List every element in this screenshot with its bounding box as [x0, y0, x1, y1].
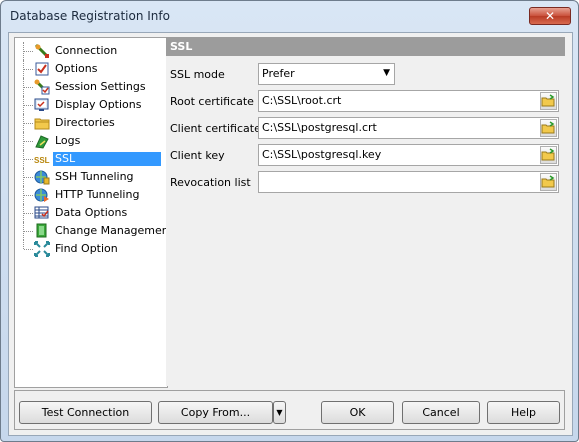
- window-title: Database Registration Info: [10, 9, 170, 23]
- close-button[interactable]: ✕: [529, 7, 571, 25]
- title-bar[interactable]: Database Registration Info ✕: [1, 1, 578, 31]
- open-folder-icon: [541, 148, 555, 161]
- chevron-down-icon: ▼: [276, 408, 283, 417]
- root-certificate-label: Root certificate: [170, 95, 254, 108]
- options-icon: [35, 62, 49, 76]
- ssl-mode-label: SSL mode: [170, 68, 225, 81]
- tree-item-options[interactable]: Options: [15, 60, 166, 78]
- panel-header: SSL: [166, 37, 565, 56]
- data-options-icon: [34, 206, 49, 219]
- open-folder-icon: [541, 175, 555, 188]
- tree-item-ssh-tunneling[interactable]: SSH Tunneling: [15, 168, 166, 186]
- open-folder-icon: [541, 94, 555, 107]
- root-certificate-browse-button[interactable]: [540, 92, 557, 110]
- cancel-button[interactable]: Cancel: [402, 401, 480, 424]
- test-connection-button[interactable]: Test Connection: [19, 401, 152, 424]
- client-key-label: Client key: [170, 149, 225, 162]
- ssl-mode-select[interactable]: Prefer ▼: [258, 63, 395, 85]
- ok-button[interactable]: OK: [321, 401, 394, 424]
- copy-from-dropdown-button[interactable]: ▼: [273, 401, 286, 424]
- tree-item-data-options[interactable]: Data Options: [15, 204, 166, 222]
- help-button[interactable]: Help: [487, 401, 560, 424]
- change-management-icon: [36, 223, 47, 238]
- revocation-list-label: Revocation list: [170, 176, 251, 189]
- client-certificate-browse-button[interactable]: [540, 119, 557, 137]
- ssl-mode-value: Prefer: [262, 67, 295, 80]
- tree-item-http-tunneling[interactable]: HTTP Tunneling: [15, 186, 166, 204]
- display-options-icon: [34, 98, 49, 111]
- folder-icon: [34, 118, 50, 130]
- revocation-list-field[interactable]: [258, 171, 559, 193]
- find-option-icon: [34, 241, 50, 257]
- logs-icon: [35, 135, 49, 149]
- copy-from-button[interactable]: Copy From...: [158, 401, 273, 424]
- connection-icon: [34, 43, 50, 59]
- dialog-window: Database Registration Info ✕ Connection …: [0, 0, 579, 442]
- tree-item-directories[interactable]: Directories: [15, 114, 166, 132]
- button-bar: Test Connection Copy From... ▼ OK Cancel…: [14, 390, 565, 430]
- client-certificate-field[interactable]: C:\SSL\postgresql.crt: [258, 117, 559, 139]
- session-settings-icon: [34, 79, 50, 95]
- chevron-down-icon: ▼: [383, 68, 390, 78]
- client-certificate-label: Client certificate: [170, 122, 261, 135]
- tree-item-display-options[interactable]: Display Options: [15, 96, 166, 114]
- tree-item-logs[interactable]: Logs: [15, 132, 166, 150]
- dialog-body: Connection Options Session Settings Disp…: [8, 32, 573, 436]
- tree-item-change-management[interactable]: Change Management: [15, 222, 173, 240]
- close-icon: ✕: [544, 9, 556, 23]
- open-folder-icon: [541, 121, 555, 134]
- tree-item-ssl[interactable]: SSL SSL: [15, 150, 166, 168]
- client-key-field[interactable]: C:\SSL\postgresql.key: [258, 144, 559, 166]
- root-certificate-field[interactable]: C:\SSL\root.crt: [258, 90, 559, 112]
- navigation-tree: Connection Options Session Settings Disp…: [14, 37, 173, 388]
- http-tunneling-icon: [34, 188, 49, 202]
- client-key-browse-button[interactable]: [540, 146, 557, 164]
- ssl-icon: SSL: [34, 156, 50, 165]
- ssh-tunneling-icon: [34, 170, 50, 185]
- tree-item-find-option[interactable]: Find Option: [15, 240, 166, 258]
- tree-item-connection[interactable]: Connection: [15, 42, 166, 60]
- svg-text:SSL: SSL: [34, 156, 50, 165]
- tree-item-session-settings[interactable]: Session Settings: [15, 78, 166, 96]
- revocation-list-browse-button[interactable]: [540, 173, 557, 191]
- ssl-panel: SSL SSL mode Prefer ▼ Root certificate C…: [166, 37, 565, 386]
